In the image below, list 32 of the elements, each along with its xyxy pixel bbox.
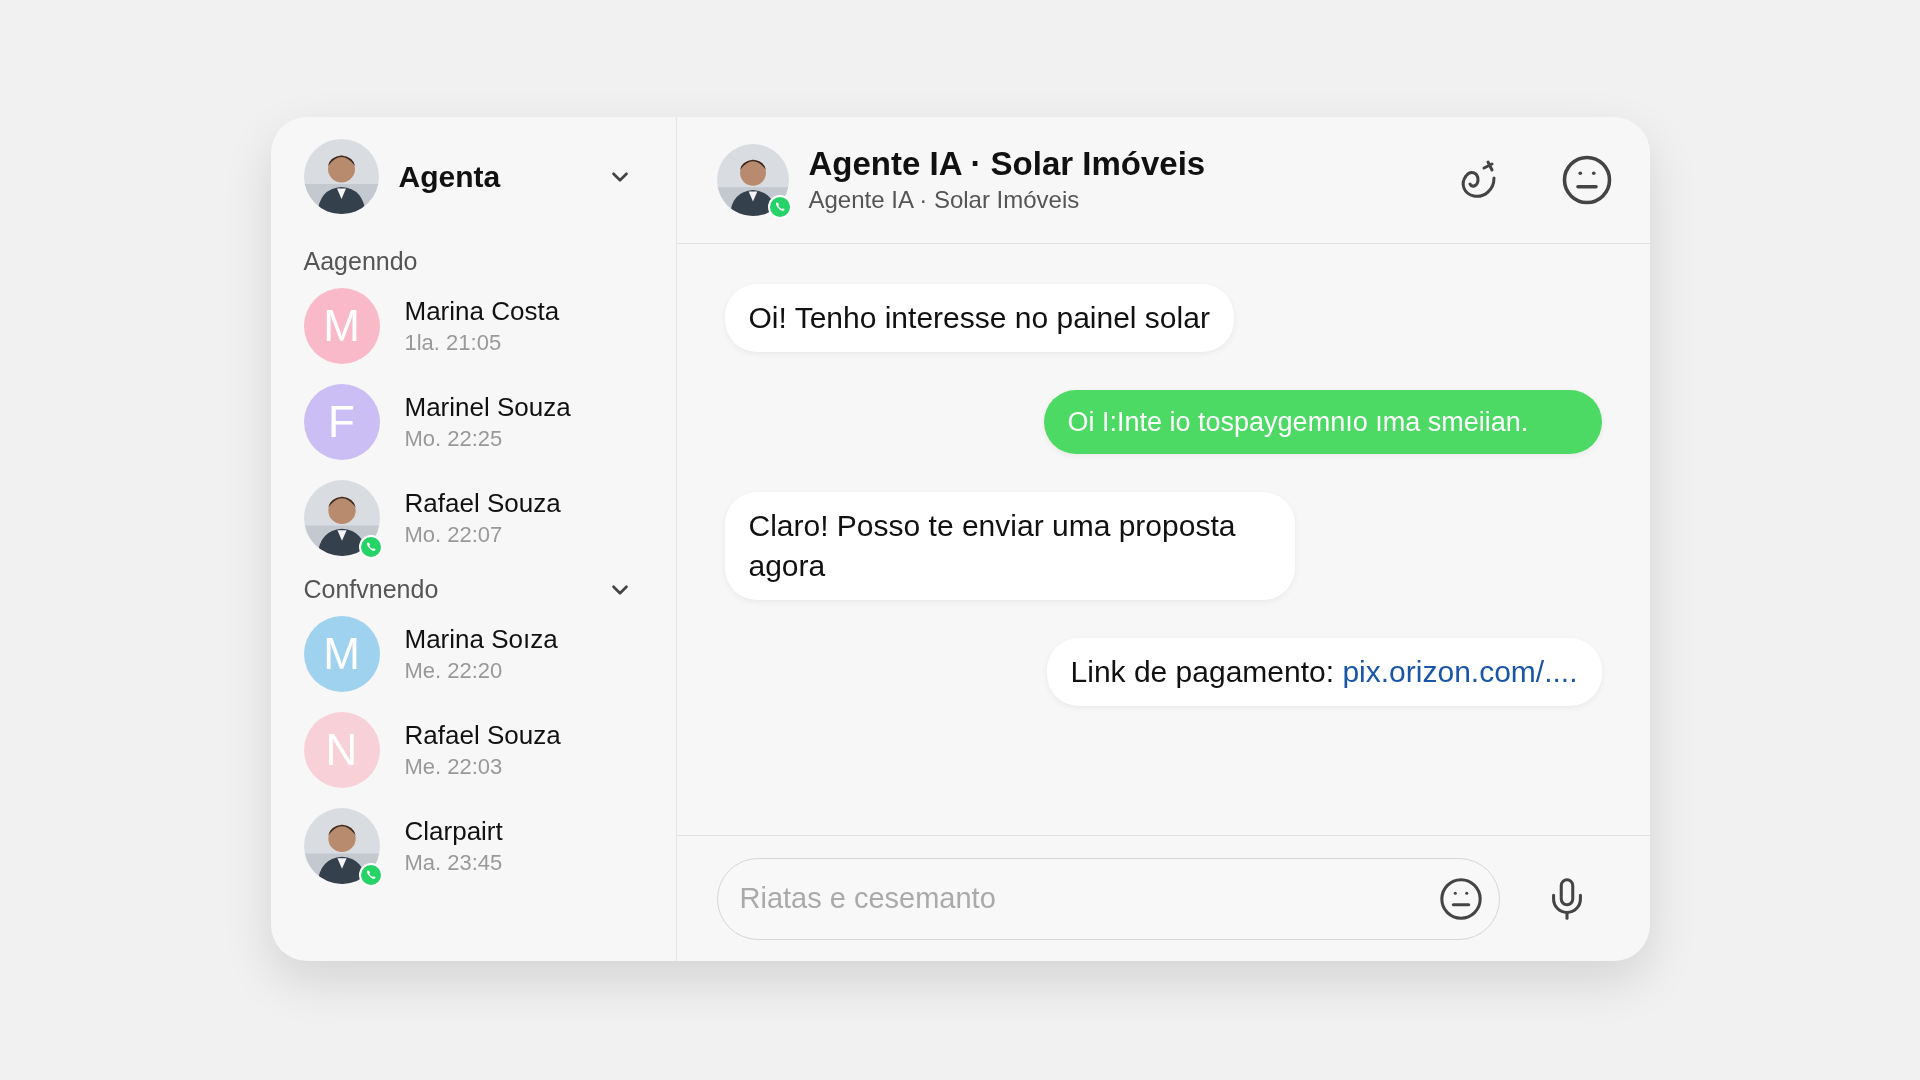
- contact-item[interactable]: Clarpairt Ma. 23:45: [303, 808, 643, 884]
- section-header: Confvnendo: [303, 574, 440, 606]
- outgoing-message: Oi I:Inte io tospaygemnıo ıma smeiian.: [1043, 390, 1602, 454]
- contact-item[interactable]: M Marina Soıza Me. 22:20: [303, 616, 643, 692]
- letter-avatar: F: [303, 384, 380, 460]
- contact-name: Rafael Souza: [404, 719, 561, 752]
- contact-item[interactable]: F Marinel Souza Mo. 22:25: [303, 384, 643, 460]
- letter-avatar: M: [303, 288, 380, 364]
- contact-name: Clarpairt: [404, 815, 503, 848]
- contact-name: Marina Costa: [404, 295, 560, 328]
- contact-name: Marina Soıza: [404, 623, 558, 656]
- contact-time: 1la. 21:05: [404, 329, 503, 357]
- chat-title: Agente IA · Solar Imóveis: [808, 144, 1207, 184]
- emoji-icon[interactable]: [1437, 875, 1484, 922]
- incoming-message: Oi! Tenho interesse no painel solar: [724, 284, 1234, 352]
- outgoing-message: Link de pagamento: pix.orizon.com/....: [1046, 638, 1602, 706]
- incoming-message: Claro! Posso te enviar uma proposta agora: [724, 492, 1295, 600]
- contact-name: Rafael Souza: [404, 487, 561, 520]
- contact-time: Mo. 22:25: [404, 425, 504, 453]
- payment-link[interactable]: pix.orizon.com/....: [1342, 655, 1578, 688]
- contact-time: Ma. 23:45: [404, 849, 503, 877]
- contact-time: Mo. 22:07: [404, 521, 504, 549]
- contact-time: Me. 22:20: [404, 657, 504, 685]
- contact-item[interactable]: M Marina Costa 1la. 21:05: [303, 288, 643, 364]
- contact-name: Marinel Souza: [404, 391, 571, 424]
- contact-time: Me. 22:03: [404, 753, 504, 781]
- chat-subtitle: Agente IA · Solar Imóveis: [808, 185, 1081, 215]
- section-header: Aagenndo: [303, 246, 419, 278]
- letter-avatar: M: [303, 616, 380, 692]
- message-input[interactable]: Riatas e cesemanto: [716, 857, 1500, 940]
- account-name: Agenta: [398, 159, 502, 195]
- contact-item[interactable]: Rafael Souza Mo. 22:07: [303, 480, 643, 556]
